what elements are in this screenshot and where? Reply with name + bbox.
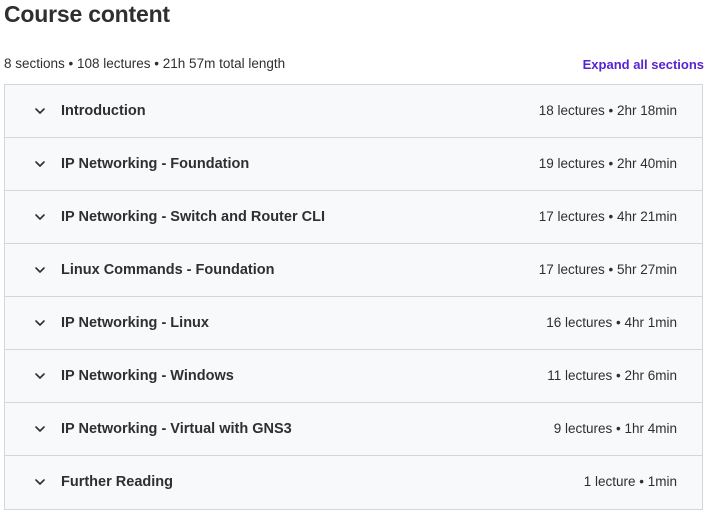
section-panel-7[interactable]: IP Networking - Virtual with GNS3 9 lect… [5,403,702,456]
chevron-down-icon [33,422,47,436]
section-title: Introduction [61,103,146,119]
section-panel-3[interactable]: IP Networking - Switch and Router CLI 17… [5,191,702,244]
section-meta: 9 lectures • 1hr 4min [553,421,677,436]
sections-list: Introduction 18 lectures • 2hr 18min IP … [4,84,703,510]
section-title: IP Networking - Switch and Router CLI [61,209,325,225]
chevron-down-icon [33,263,47,277]
section-meta: 17 lectures • 4hr 21min [538,209,677,224]
section-meta: 19 lectures • 2hr 40min [538,156,677,171]
chevron-down-icon [33,210,47,224]
section-meta: 11 lectures • 2hr 6min [547,368,677,383]
section-panel-1[interactable]: Introduction 18 lectures • 2hr 18min [5,85,702,138]
section-title: IP Networking - Virtual with GNS3 [61,421,292,437]
section-panel-6[interactable]: IP Networking - Windows 11 lectures • 2h… [5,350,702,403]
section-title: IP Networking - Linux [61,315,209,331]
chevron-down-icon [33,369,47,383]
section-meta: 18 lectures • 2hr 18min [538,103,677,118]
section-panel-4[interactable]: Linux Commands - Foundation 17 lectures … [5,244,702,297]
section-title: Linux Commands - Foundation [61,262,275,278]
section-meta: 17 lectures • 5hr 27min [538,262,677,277]
section-panel-2[interactable]: IP Networking - Foundation 19 lectures •… [5,138,702,191]
course-summary-row: 8 sections • 108 lectures • 21h 57m tota… [4,55,704,73]
expand-all-sections-button[interactable]: Expand all sections [583,56,704,74]
chevron-down-icon [33,316,47,330]
section-meta: 16 lectures • 4hr 1min [546,315,677,330]
chevron-down-icon [33,104,47,118]
section-panel-5[interactable]: IP Networking - Linux 16 lectures • 4hr … [5,297,702,350]
chevron-down-icon [33,475,47,489]
section-title: IP Networking - Windows [61,368,234,384]
course-summary: 8 sections • 108 lectures • 21h 57m tota… [4,56,286,71]
chevron-down-icon [33,157,47,171]
section-meta: 1 lecture • 1min [583,474,677,489]
section-panel-8[interactable]: Further Reading 1 lecture • 1min [5,456,702,509]
section-title: IP Networking - Foundation [61,156,250,172]
page-title: Course content [4,1,170,27]
section-title: Further Reading [61,474,173,490]
